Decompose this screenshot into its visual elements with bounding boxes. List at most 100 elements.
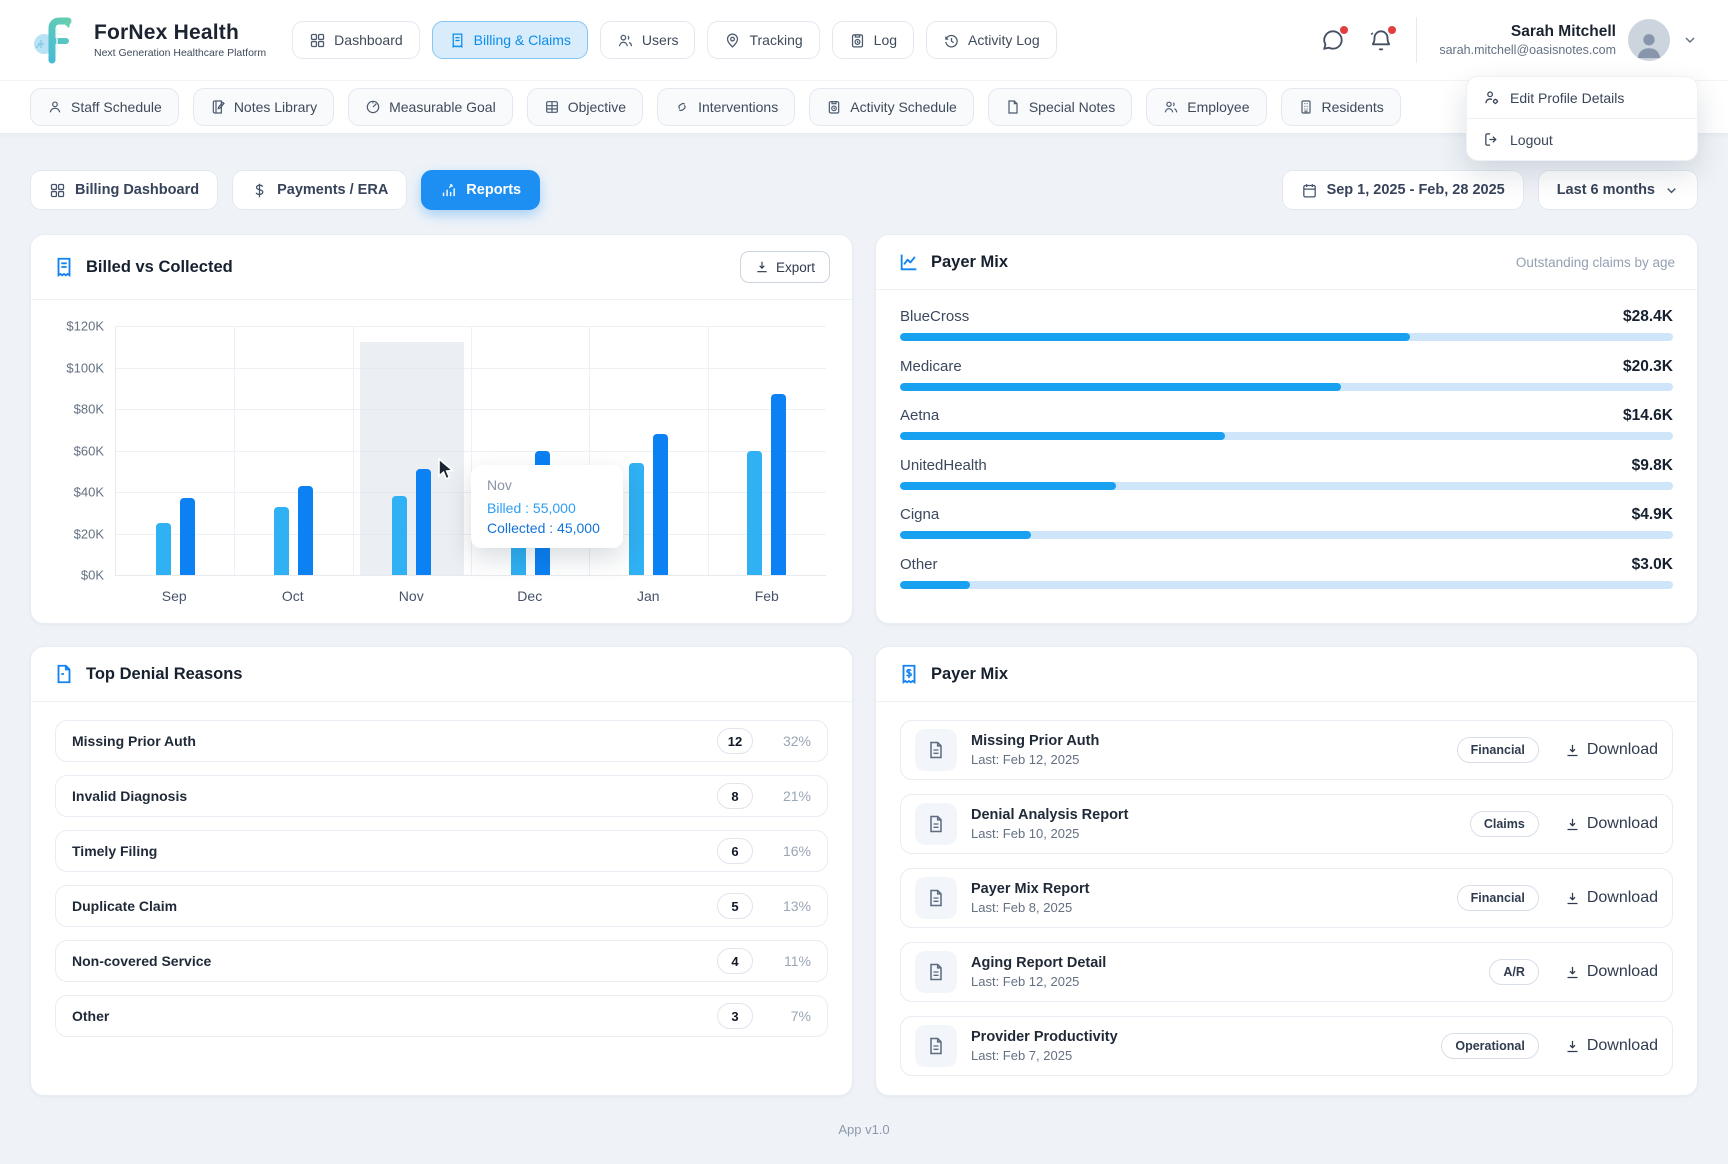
payer-name: Cigna [900, 506, 939, 523]
x-axis-label: Dec [471, 588, 590, 604]
download-button[interactable]: Download [1565, 1037, 1658, 1055]
subnav-activity-schedule[interactable]: Activity Schedule [809, 88, 974, 126]
x-axis-label: Oct [234, 588, 353, 604]
denial-percentage: 32% [769, 733, 811, 749]
progress-fill [900, 432, 1225, 440]
nav-activity-log[interactable]: Activity Log [926, 21, 1057, 59]
export-button[interactable]: Export [740, 251, 830, 283]
app-header: ForNex Health Next Generation Healthcare… [0, 0, 1728, 80]
payer-row-header: Medicare$20.3K [900, 358, 1673, 376]
collected-bar[interactable] [653, 434, 668, 575]
download-label: Download [1587, 1037, 1658, 1055]
billed-bar[interactable] [156, 523, 171, 575]
denial-count-badge: 12 [717, 728, 753, 754]
collected-bar[interactable] [416, 469, 431, 575]
nav-dashboard[interactable]: Dashboard [292, 21, 420, 59]
menu-item-logout[interactable]: Logout [1467, 119, 1697, 160]
billed-bar[interactable] [629, 463, 644, 575]
report-title: Denial Analysis Report [971, 807, 1128, 823]
line-chart-icon [898, 251, 920, 273]
tab-reports[interactable]: Reports [421, 170, 540, 210]
download-button[interactable]: Download [1565, 815, 1658, 833]
menu-item-edit-profile[interactable]: Edit Profile Details [1467, 77, 1697, 118]
subnav-staff-schedule[interactable]: Staff Schedule [30, 88, 179, 126]
calendar-icon [1301, 182, 1318, 199]
denial-row-metrics: 411% [717, 948, 811, 974]
nav-users[interactable]: Users [600, 21, 696, 59]
nav-label: Billing & Claims [474, 32, 571, 48]
x-axis-label: Feb [708, 588, 827, 604]
download-button[interactable]: Download [1565, 963, 1658, 981]
subnav-measurable-goal[interactable]: Measurable Goal [348, 88, 513, 126]
subnav-objective[interactable]: Objective [527, 88, 643, 126]
tab-payments-era[interactable]: Payments / ERA [232, 170, 407, 210]
billing-toolbar: Billing Dashboard Payments / ERA Reports… [0, 170, 1728, 210]
report-row: Missing Prior AuthLast: Feb 12, 2025Fina… [900, 720, 1673, 780]
nav-log[interactable]: Log [832, 21, 914, 59]
billed-bar[interactable] [274, 507, 289, 575]
file-icon [915, 877, 957, 919]
denial-count-badge: 3 [717, 1003, 753, 1029]
user-menu-trigger[interactable]: Sarah Mitchell sarah.mitchell@oasisnotes… [1439, 19, 1698, 61]
subnav-employee[interactable]: Employee [1146, 88, 1266, 126]
map-pin-icon [724, 32, 741, 49]
date-preset-select[interactable]: Last 6 months [1538, 170, 1698, 210]
person-icon [47, 99, 63, 115]
collected-bar[interactable] [771, 394, 786, 575]
progress-fill [900, 383, 1341, 391]
denial-count-badge: 8 [717, 783, 753, 809]
nav-tracking[interactable]: Tracking [707, 21, 819, 59]
subnav-label: Measurable Goal [389, 99, 496, 115]
collected-bar[interactable] [298, 486, 313, 575]
app-title: ForNex Health [94, 21, 266, 45]
nav-label: Log [874, 32, 897, 48]
chevron-down-icon[interactable] [1682, 32, 1698, 48]
billed-bar[interactable] [511, 544, 526, 575]
messages-notification-dot [1339, 25, 1349, 35]
tab-billing-dashboard[interactable]: Billing Dashboard [30, 170, 218, 210]
payer-mix-card: Payer Mix Outstanding claims by age Blue… [875, 234, 1698, 624]
denial-reason-label: Duplicate Claim [72, 898, 177, 914]
users-icon [617, 32, 634, 49]
nav-label: Users [642, 32, 679, 48]
messages-button[interactable] [1320, 27, 1346, 53]
chart-column-sep [116, 326, 234, 575]
progress-track [900, 531, 1673, 539]
denial-reason-label: Non-covered Service [72, 953, 211, 969]
date-preset-value: Last 6 months [1557, 182, 1655, 198]
nav-billing-claims[interactable]: Billing & Claims [432, 21, 588, 59]
billing-receipt-icon [449, 32, 466, 49]
download-button[interactable]: Download [1565, 741, 1658, 759]
file-icon [915, 1025, 957, 1067]
download-icon [1565, 891, 1580, 906]
subnav-label: Residents [1322, 99, 1384, 115]
subnav-interventions[interactable]: Interventions [657, 88, 795, 126]
report-last-date: Last: Feb 10, 2025 [971, 826, 1128, 841]
report-last-date: Last: Feb 8, 2025 [971, 900, 1089, 915]
report-text: Payer Mix ReportLast: Feb 8, 2025 [971, 881, 1089, 915]
reports-download-card: Payer Mix Missing Prior AuthLast: Feb 12… [875, 646, 1698, 1096]
report-category-badge: Operational [1441, 1033, 1538, 1059]
payer-amount: $28.4K [1623, 308, 1673, 326]
collected-bar[interactable] [180, 498, 195, 575]
y-axis-tick: $100K [66, 360, 104, 375]
billed-bar[interactable] [747, 451, 762, 576]
subnav-residents[interactable]: Residents [1281, 88, 1401, 126]
mouse-cursor-icon [436, 458, 458, 482]
tab-label: Billing Dashboard [75, 182, 199, 198]
notifications-dot [1387, 25, 1397, 35]
user-avatar[interactable] [1628, 19, 1670, 61]
denial-reason-row: Duplicate Claim513% [55, 885, 828, 927]
subnav-notes-library[interactable]: Notes Library [193, 88, 334, 126]
chart-column-nov [353, 326, 471, 575]
goal-gauge-icon [365, 99, 381, 115]
download-button[interactable]: Download [1565, 889, 1658, 907]
notifications-button[interactable] [1368, 27, 1394, 53]
subnav-label: Interventions [698, 99, 778, 115]
hands-link-icon [674, 99, 690, 115]
chart-column-oct [234, 326, 352, 575]
billed-bar[interactable] [392, 496, 407, 575]
payer-row-header: UnitedHealth$9.8K [900, 457, 1673, 475]
date-range-button[interactable]: Sep 1, 2025 - Feb, 28 2025 [1282, 170, 1524, 210]
subnav-special-notes[interactable]: Special Notes [988, 88, 1132, 126]
